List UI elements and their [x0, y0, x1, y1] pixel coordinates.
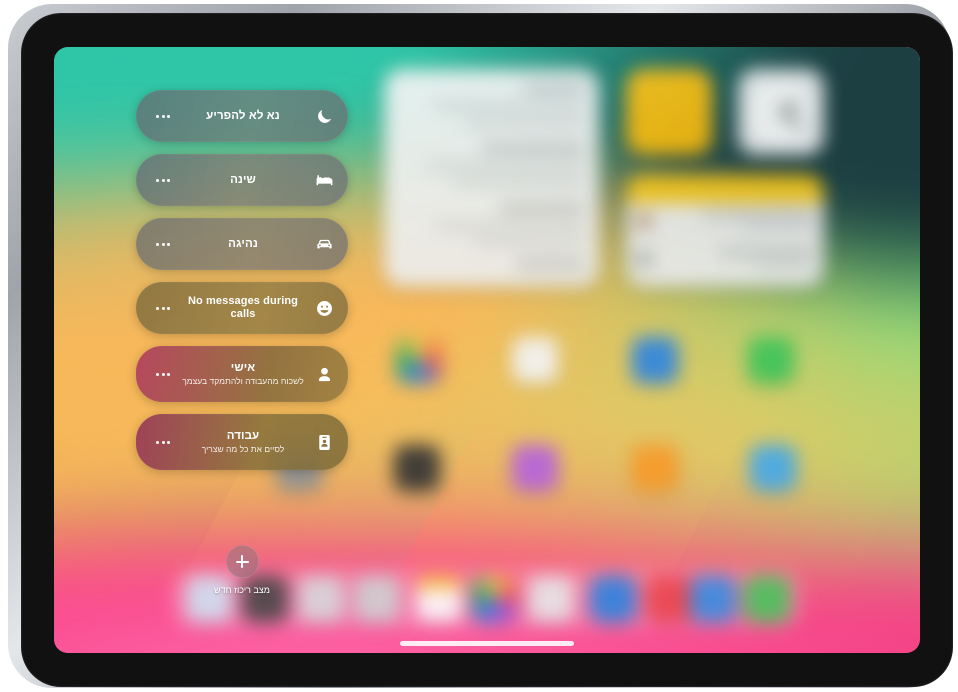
- focus-card-more-button[interactable]: [150, 242, 176, 246]
- focus-card-title: שינה: [230, 173, 256, 186]
- focus-card-title: No messages during calls: [188, 295, 298, 320]
- app-icon-blue[interactable]: [632, 337, 678, 383]
- car-icon: [310, 235, 338, 254]
- focus-card-more-button[interactable]: [150, 306, 176, 310]
- focus-card-title: עבודה: [226, 429, 260, 442]
- focus-card-text: עבודה לסיים את כל מה שצריך: [176, 430, 310, 455]
- dock-icon-photos[interactable]: [472, 576, 518, 622]
- plus-icon[interactable]: [225, 545, 259, 578]
- focus-card-more-button[interactable]: [150, 178, 176, 182]
- person-icon: [310, 365, 338, 384]
- clock-widget[interactable]: [738, 69, 824, 155]
- focus-card-text: No messages during calls: [176, 295, 310, 321]
- device-frame: נא לא להפריע שינה נהיגה No messages duri…: [8, 4, 953, 688]
- dock-icon-appstore[interactable]: [590, 576, 636, 622]
- dock-icon-silver[interactable]: [354, 576, 400, 622]
- app-icon-green[interactable]: [748, 337, 794, 383]
- badge-icon: [310, 433, 338, 452]
- focus-card-more-button[interactable]: [150, 114, 176, 118]
- focus-card-sleep[interactable]: שינה: [136, 154, 348, 206]
- app-icon-skyblue[interactable]: [750, 445, 796, 491]
- focus-card-subtitle: לסיים את כל מה שצריך: [201, 443, 285, 454]
- dock-icon-music[interactable]: [646, 576, 692, 622]
- focus-card-title: נא לא להפריע: [206, 109, 280, 122]
- focus-card-text: שינה: [176, 174, 310, 187]
- focus-card-do-not-disturb[interactable]: נא לא להפריע: [136, 90, 348, 142]
- dock-icon-green[interactable]: [744, 576, 790, 622]
- app-icon-orange[interactable]: [632, 445, 678, 491]
- mail-widget[interactable]: [626, 175, 824, 287]
- app-icon-dark[interactable]: [394, 445, 440, 491]
- smiley-icon: [310, 299, 338, 318]
- focus-card-more-button[interactable]: [150, 372, 176, 376]
- add-focus-label: מצב ריכוז חדש: [214, 585, 270, 595]
- dock-icon-notes[interactable]: [528, 576, 574, 622]
- moon-icon: [310, 107, 338, 126]
- focus-card-driving[interactable]: נהיגה: [136, 218, 348, 270]
- app-icon-photos[interactable]: [396, 337, 442, 383]
- bed-icon: [310, 171, 338, 190]
- dock-icon-calendar[interactable]: [416, 576, 462, 622]
- dock-icon-blue[interactable]: [690, 576, 736, 622]
- focus-card-work[interactable]: עבודה לסיים את כל מה שצריך: [136, 414, 348, 470]
- home-indicator[interactable]: [400, 641, 574, 646]
- focus-card-title: אישי: [230, 361, 256, 374]
- yellow-app-widget[interactable]: [626, 69, 712, 155]
- add-focus-group: מצב ריכוז חדש: [136, 545, 348, 595]
- tablet-screen: נא לא להפריע שינה נהיגה No messages duri…: [54, 47, 920, 653]
- focus-modes-list: נא לא להפריע שינה נהיגה No messages duri…: [136, 90, 348, 470]
- notes-widget[interactable]: [384, 69, 599, 287]
- focus-card-title: נהיגה: [228, 237, 258, 250]
- focus-card-subtitle: לשכוח מהעבודה ולהתמקד בעצמך: [182, 375, 304, 386]
- focus-card-personal[interactable]: אישי לשכוח מהעבודה ולהתמקד בעצמך: [136, 346, 348, 402]
- focus-card-text: נא לא להפריע: [176, 110, 310, 123]
- app-icon-purple[interactable]: [512, 445, 558, 491]
- clock-face-icon: [749, 80, 813, 144]
- focus-card-no-messages-during-calls[interactable]: No messages during calls: [136, 282, 348, 334]
- focus-card-text: נהיגה: [176, 238, 310, 251]
- focus-card-more-button[interactable]: [150, 440, 176, 444]
- app-icon-white[interactable]: [512, 337, 558, 383]
- focus-card-text: אישי לשכוח מהעבודה ולהתמקד בעצמך: [176, 362, 310, 387]
